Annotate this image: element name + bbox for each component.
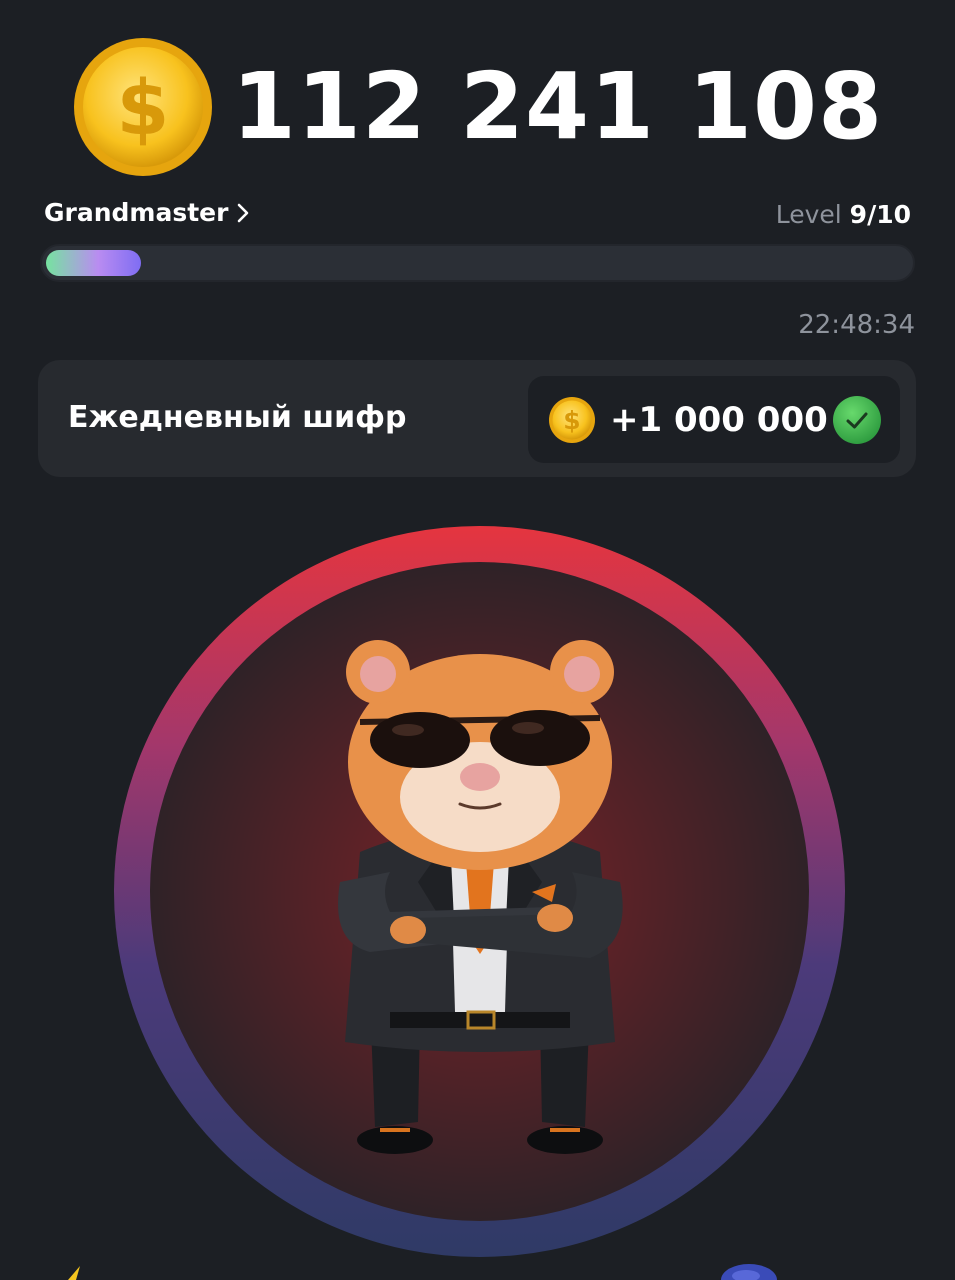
svg-text:$: $ <box>563 406 580 435</box>
svg-text:$: $ <box>116 63 169 152</box>
chevron-right-icon <box>238 203 249 222</box>
level-value: 9/10 <box>849 200 911 229</box>
tap-button-inner <box>150 562 809 1221</box>
dollar-coin-icon: $ <box>549 396 595 443</box>
level-indicator: Level 9/10 <box>776 200 911 229</box>
rank-name: Grandmaster <box>44 198 229 227</box>
daily-cipher-card[interactable]: Ежедневный шифр $ +1 000 000 <box>38 360 916 477</box>
rank-link[interactable]: Grandmaster <box>44 198 250 227</box>
daily-cipher-title: Ежедневный шифр <box>68 400 407 435</box>
dollar-coin-icon: $ <box>73 38 212 176</box>
level-progress-fill <box>46 250 141 276</box>
balance-header: $ 112 241 108 <box>0 36 955 178</box>
level-label: Level <box>775 200 842 229</box>
boost-icon[interactable] <box>718 1262 780 1280</box>
balance-value: 112 241 108 <box>231 53 884 160</box>
reward-amount: +1 000 000 <box>610 399 828 440</box>
tap-button[interactable] <box>114 526 845 1257</box>
check-icon <box>833 395 881 444</box>
energy-icon <box>68 1266 80 1280</box>
hamster-character-image <box>338 640 623 1154</box>
level-progress-bar <box>40 244 915 282</box>
cipher-timer: 22:48:34 <box>798 310 915 340</box>
daily-cipher-reward: $ +1 000 000 <box>528 376 900 463</box>
